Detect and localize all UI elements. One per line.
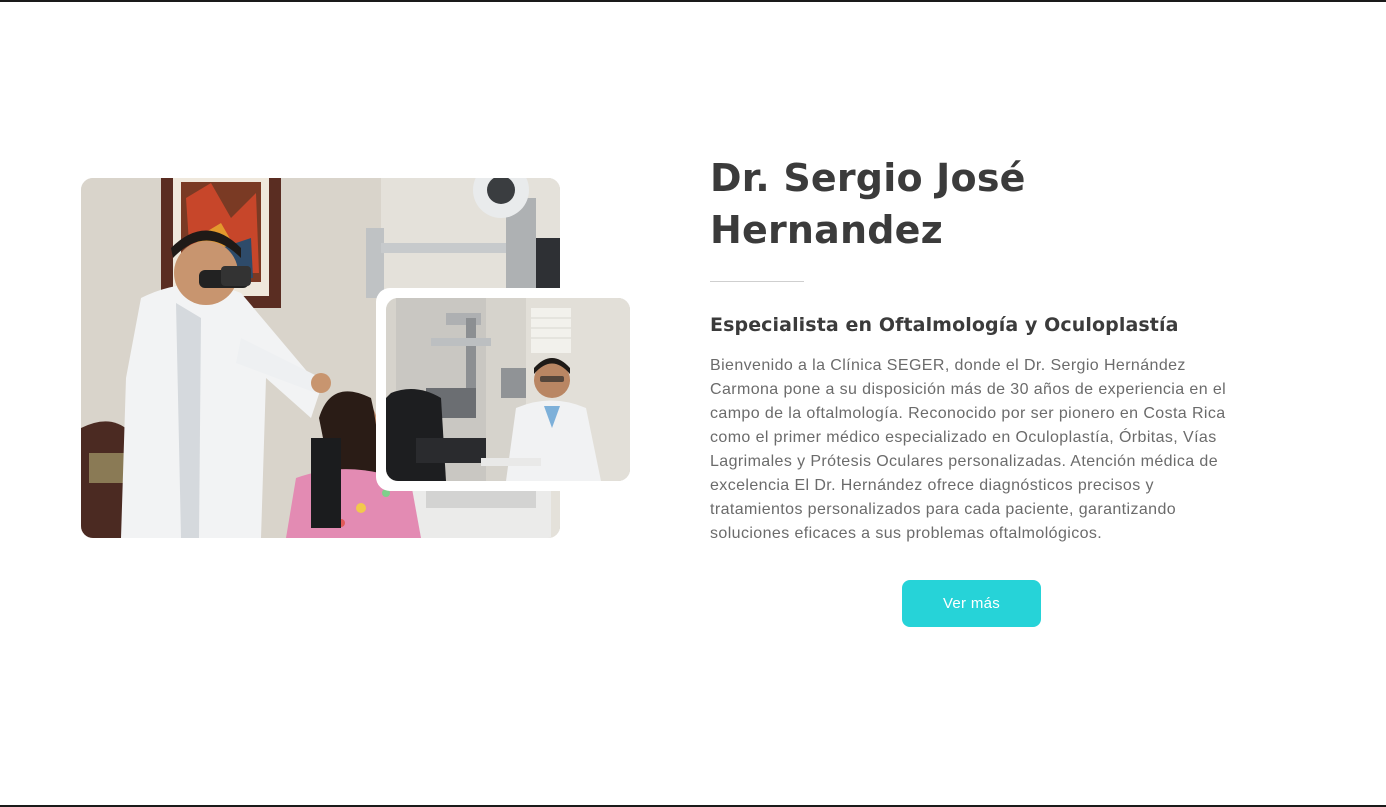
doctor-profile-section: Dr. Sergio José Hernandez Especialista e… xyxy=(710,152,1240,546)
doctor-name-heading: Dr. Sergio José Hernandez xyxy=(710,152,1240,256)
doctor-portrait-photo xyxy=(386,298,630,481)
doctor-name-line2: Hernandez xyxy=(710,208,943,252)
specialty-subtitle: Especialista en Oftalmología y Oculoplas… xyxy=(710,314,1179,336)
doctor-description: Bienvenido a la Clínica SEGER, donde el … xyxy=(710,357,1227,542)
doctor-name-line1: Dr. Sergio José xyxy=(710,156,1026,200)
ver-mas-button[interactable]: Ver más xyxy=(902,580,1041,627)
heading-divider xyxy=(710,281,804,282)
